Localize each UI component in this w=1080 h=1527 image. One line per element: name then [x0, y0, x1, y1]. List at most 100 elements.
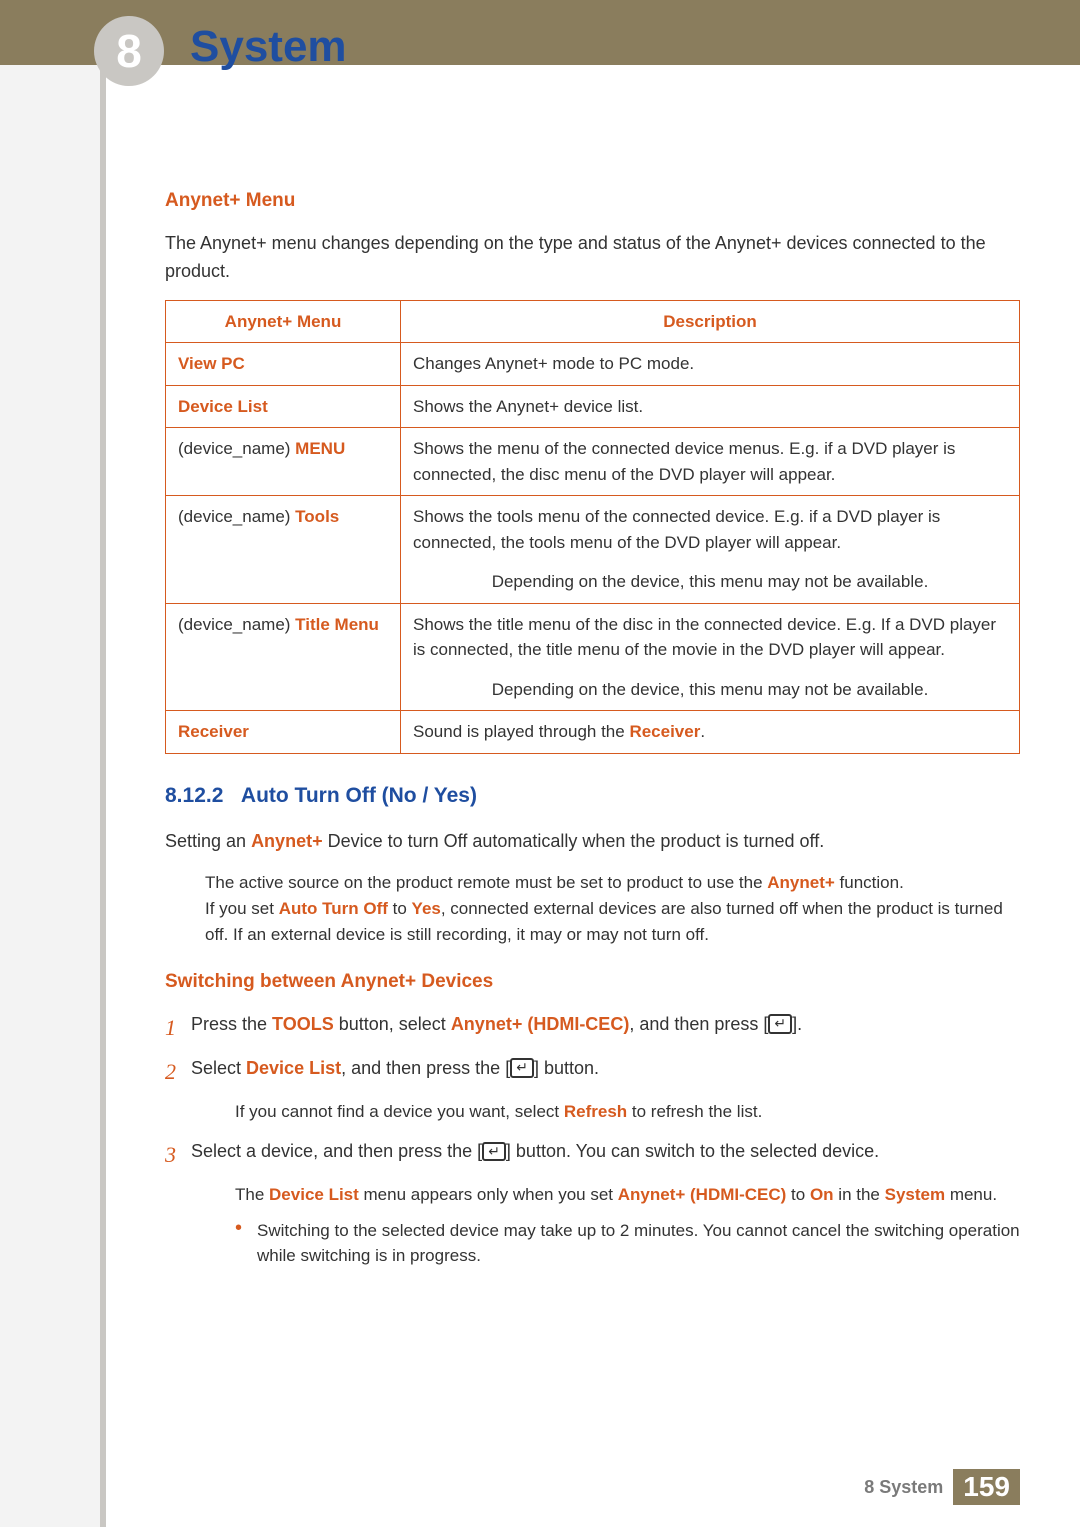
bullet-dot-icon: • — [235, 1218, 257, 1238]
text: , and then press the [ — [341, 1058, 510, 1078]
section-heading-auto-turn-off: 8.12.2 Auto Turn Off (No / Yes) — [165, 784, 1020, 808]
keyword: Anynet+ — [251, 831, 323, 851]
section-number: 8.12.2 — [165, 784, 223, 807]
table-header-menu: Anynet+ Menu — [166, 300, 401, 343]
text: The active source on the product remote … — [205, 873, 767, 892]
keyword: System — [885, 1185, 945, 1204]
step-number: 2 — [165, 1055, 191, 1089]
bullet-item: • Switching to the selected device may t… — [235, 1218, 1020, 1269]
text: The — [235, 1185, 269, 1204]
text: , and then press [ — [629, 1014, 768, 1034]
step-number: 3 — [165, 1138, 191, 1172]
keyword: Anynet+ (HDMI-CEC) — [451, 1014, 630, 1034]
label-text: Receiver — [178, 722, 249, 741]
keyword: Refresh — [564, 1102, 627, 1121]
page-footer: 8 System 159 — [864, 1469, 1020, 1505]
keyword: TOOLS — [272, 1014, 334, 1034]
keyword: Device List — [269, 1185, 359, 1204]
bullet-text: Switching to the selected device may tak… — [257, 1218, 1020, 1269]
table-header-description: Description — [401, 300, 1020, 343]
keyword: Device List — [246, 1058, 341, 1078]
step-body: Press the TOOLS button, select Anynet+ (… — [191, 1011, 1020, 1039]
table-cell-desc: Changes Anynet+ mode to PC mode. — [401, 343, 1020, 386]
step-body: Select Device List, and then press the [… — [191, 1055, 1020, 1083]
steps-list-cont: 3 Select a device, and then press the [↵… — [165, 1138, 1020, 1172]
text: ]. — [792, 1014, 802, 1034]
enter-icon: ↵ — [482, 1142, 506, 1161]
text: function. — [835, 873, 904, 892]
text: menu. — [945, 1185, 997, 1204]
table-row: (device_name) MENU Shows the menu of the… — [166, 428, 1020, 496]
step-2-note: If you cannot find a device you want, se… — [235, 1099, 1020, 1125]
table-row: Receiver Sound is played through the Rec… — [166, 711, 1020, 754]
section-heading-anynet-menu: Anynet+ Menu — [165, 190, 1020, 212]
anynet-menu-table: Anynet+ Menu Description View PC Changes… — [165, 300, 1020, 754]
step-item: 3 Select a device, and then press the [↵… — [165, 1138, 1020, 1172]
table-cell-desc: Shows the menu of the connected device m… — [401, 428, 1020, 496]
step-3-note: The Device List menu appears only when y… — [235, 1182, 1020, 1269]
auto-turn-off-note: The active source on the product remote … — [205, 870, 1020, 949]
step-item: 2 Select Device List, and then press the… — [165, 1055, 1020, 1089]
content-area: Anynet+ Menu The Anynet+ menu changes de… — [165, 190, 1020, 1283]
text: If you set — [205, 899, 279, 918]
page-title: System — [190, 22, 347, 72]
document-page: 8 System Anynet+ Menu The Anynet+ menu c… — [0, 0, 1080, 1527]
table-cell-label: (device_name) Title Menu — [166, 603, 401, 711]
label-text: Title Menu — [295, 615, 379, 634]
desc-note: Depending on the device, this menu may n… — [413, 569, 1007, 595]
label-text: Device List — [178, 397, 268, 416]
keyword: Anynet+ (HDMI-CEC) — [618, 1185, 787, 1204]
section-title: Auto Turn Off (No / Yes) — [241, 784, 477, 807]
table-cell-desc: Shows the Anynet+ device list. — [401, 385, 1020, 428]
table-row: View PC Changes Anynet+ mode to PC mode. — [166, 343, 1020, 386]
desc-kw: Receiver — [629, 722, 700, 741]
section-intro: The Anynet+ menu changes depending on th… — [165, 230, 1020, 286]
text: to — [388, 899, 412, 918]
enter-icon: ↵ — [510, 1058, 534, 1077]
text: Device to turn Off automatically when th… — [323, 831, 825, 851]
table-cell-label: View PC — [166, 343, 401, 386]
table-cell-label: Device List — [166, 385, 401, 428]
text: to — [786, 1185, 810, 1204]
desc-pre: Sound is played through the — [413, 722, 629, 741]
step-body: Select a device, and then press the [↵] … — [191, 1138, 1020, 1166]
text: If you cannot find a device you want, se… — [235, 1102, 564, 1121]
keyword: Yes — [412, 899, 441, 918]
step-item: 1 Press the TOOLS button, select Anynet+… — [165, 1011, 1020, 1045]
footer-page-number: 159 — [953, 1469, 1020, 1505]
table-cell-label: (device_name) MENU — [166, 428, 401, 496]
label-prefix: (device_name) — [178, 507, 295, 526]
table-row: Device List Shows the Anynet+ device lis… — [166, 385, 1020, 428]
side-margin-divider — [100, 0, 106, 1527]
chapter-badge: 8 — [94, 16, 164, 86]
text: Press the — [191, 1014, 272, 1034]
table-cell-desc: Shows the tools menu of the connected de… — [401, 496, 1020, 604]
chapter-number: 8 — [116, 24, 142, 78]
table-row: (device_name) Tools Shows the tools menu… — [166, 496, 1020, 604]
step-number: 1 — [165, 1011, 191, 1045]
text: ] button. You can switch to the selected… — [506, 1141, 879, 1161]
enter-icon: ↵ — [768, 1014, 792, 1033]
keyword: Anynet+ — [767, 873, 835, 892]
desc-note: Depending on the device, this menu may n… — [413, 677, 1007, 703]
keyword: On — [810, 1185, 834, 1204]
label-text: View PC — [178, 354, 245, 373]
text: to refresh the list. — [627, 1102, 762, 1121]
desc-text: Shows the tools menu of the connected de… — [413, 507, 940, 552]
keyword: Auto Turn Off — [279, 899, 388, 918]
table-cell-label: Receiver — [166, 711, 401, 754]
footer-chapter-label: 8 System — [864, 1477, 943, 1498]
table-header-row: Anynet+ Menu Description — [166, 300, 1020, 343]
label-text: Tools — [295, 507, 339, 526]
text: button, select — [334, 1014, 451, 1034]
desc-text: Shows the title menu of the disc in the … — [413, 615, 996, 660]
label-prefix: (device_name) — [178, 615, 295, 634]
label-prefix: (device_name) — [178, 439, 295, 458]
step-3-bullets: • Switching to the selected device may t… — [235, 1218, 1020, 1269]
steps-list: 1 Press the TOOLS button, select Anynet+… — [165, 1011, 1020, 1089]
table-cell-desc: Shows the title menu of the disc in the … — [401, 603, 1020, 711]
label-text: MENU — [295, 439, 345, 458]
table-cell-label: (device_name) Tools — [166, 496, 401, 604]
text: Select — [191, 1058, 246, 1078]
text: menu appears only when you set — [359, 1185, 618, 1204]
